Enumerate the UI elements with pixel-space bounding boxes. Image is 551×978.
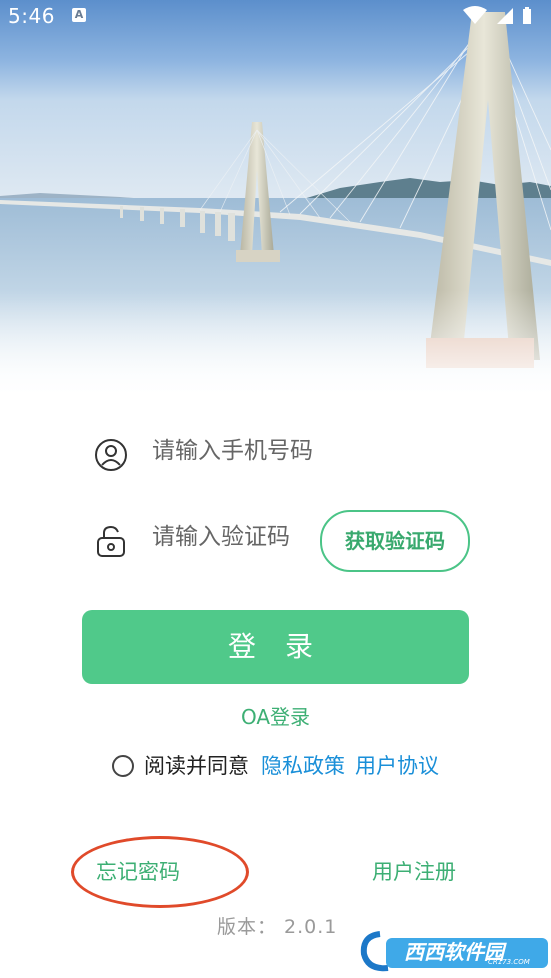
status-time: 5:46 xyxy=(8,4,55,28)
status-bar: 5:46 A xyxy=(0,0,551,34)
agree-radio-icon[interactable] xyxy=(112,754,134,777)
get-code-button[interactable]: 获取验证码 xyxy=(320,510,470,572)
login-screen: 5:46 A 请输入手机号码 请输入验证码 获取验证码 登 录 OA登录 阅读并… xyxy=(0,0,551,978)
watermark-subtext: CR173.COM xyxy=(488,958,530,966)
agreement-row: 阅读并同意 隐私政策 用户协议 xyxy=(112,751,449,781)
agree-text: 阅读并同意 xyxy=(144,754,249,778)
forgot-password-link[interactable]: 忘记密码 xyxy=(96,856,180,886)
user-agreement-link[interactable]: 用户协议 xyxy=(355,754,439,778)
bridge-image xyxy=(0,0,551,400)
status-icons xyxy=(461,6,541,30)
hero-banner xyxy=(0,0,551,400)
watermark-logo: 西西软件园 CR173.COM xyxy=(360,928,551,974)
watermark-c-icon xyxy=(360,931,389,972)
login-button[interactable]: 登 录 xyxy=(82,610,469,684)
privacy-policy-link[interactable]: 隐私政策 xyxy=(261,754,345,778)
notification-a-icon: A xyxy=(72,8,86,22)
oa-login-link[interactable]: OA登录 xyxy=(0,701,551,730)
lock-icon xyxy=(97,525,125,557)
signal-icon xyxy=(497,8,513,24)
phone-input[interactable] xyxy=(152,438,452,464)
battery-icon xyxy=(523,7,531,24)
version-label: 版本： 2.0.1 xyxy=(217,916,338,938)
register-link[interactable]: 用户注册 xyxy=(372,856,456,886)
user-icon xyxy=(95,439,127,471)
phone-field xyxy=(94,434,474,474)
wifi-icon xyxy=(463,6,487,24)
